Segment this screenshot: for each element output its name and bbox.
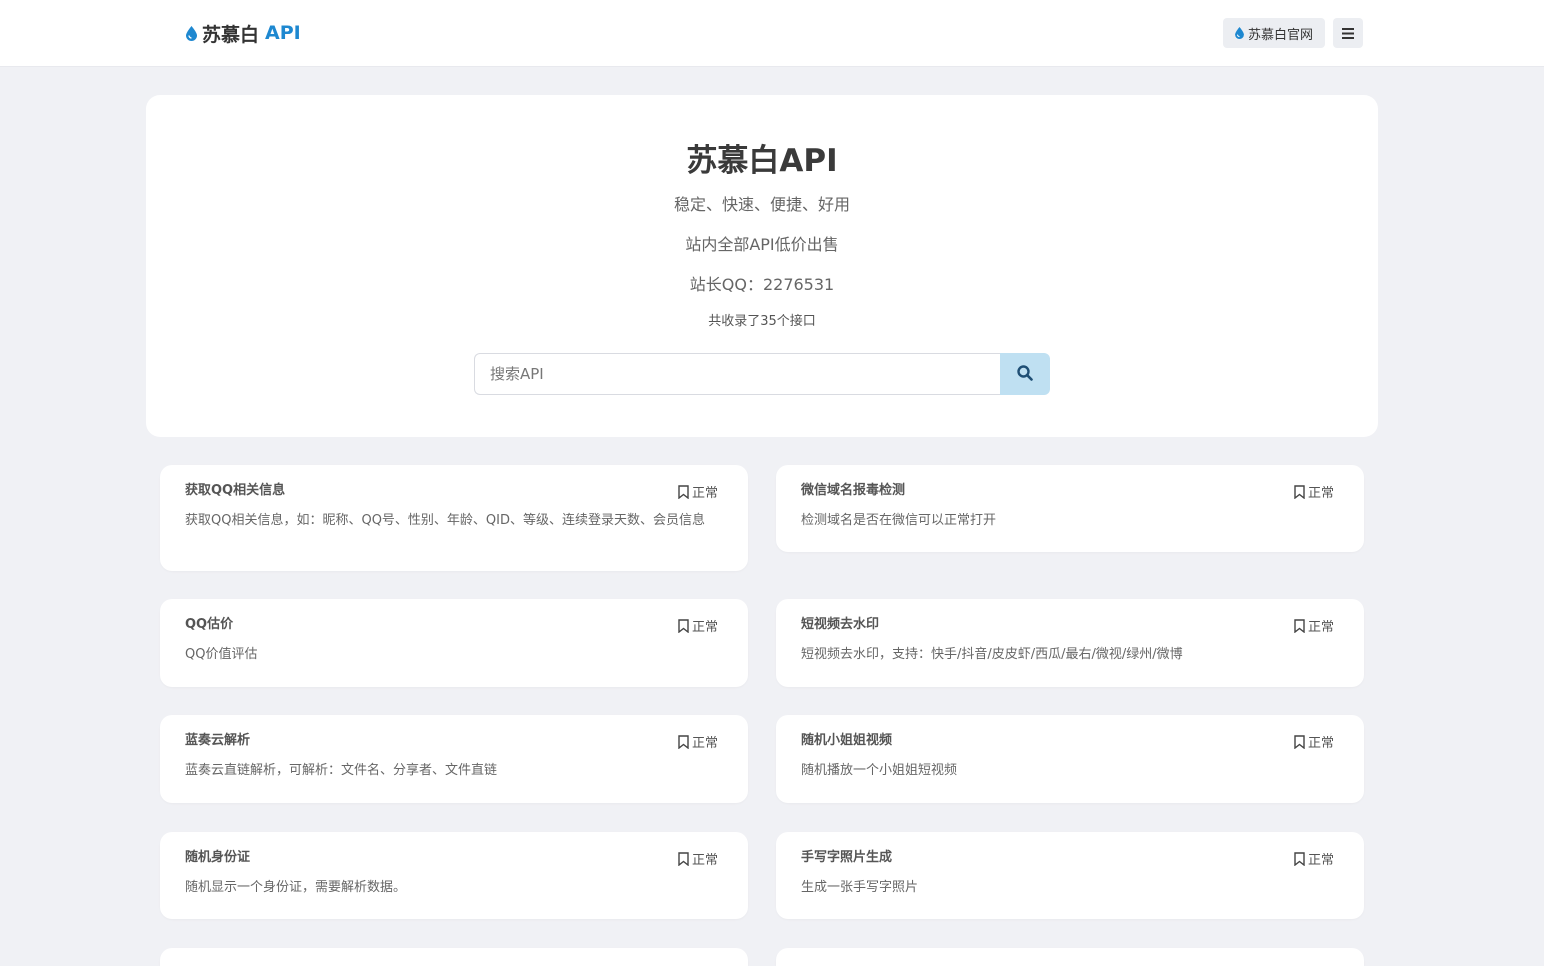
bookmark-icon <box>678 734 689 749</box>
api-card-title: 微信域名报毒检测 <box>801 483 906 498</box>
api-card-title: 随机小姐姐视频 <box>801 733 893 748</box>
hero-card: 苏慕白API 稳定、快速、便捷、好用 站内全部API低价出售 站长QQ：2276… <box>146 95 1378 437</box>
status-text: 正常 <box>691 736 718 751</box>
search-bar <box>474 353 1050 395</box>
bookmark-icon <box>1294 618 1305 633</box>
brand-accent: API <box>265 22 301 44</box>
api-card-title: 获取QQ相关信息 <box>185 483 286 498</box>
status-badge: 正常 <box>678 849 718 868</box>
api-card[interactable]: 短视频去水印 正常 短视频去水印，支持：快手/抖音/皮皮虾/西瓜/最右/微视/绿… <box>776 599 1364 687</box>
official-site-button[interactable]: 苏慕白官网 <box>1223 18 1325 48</box>
bookmark-icon <box>678 618 689 633</box>
status-text: 正常 <box>1307 853 1334 868</box>
status-text: 正常 <box>691 620 718 635</box>
contact-text: 站长QQ：2276531 <box>689 275 835 294</box>
status-text: 正常 <box>1307 486 1334 501</box>
status-badge: 正常 <box>1294 732 1334 751</box>
tagline: 稳定、快速、便捷、好用 <box>673 195 850 214</box>
api-card-title: 蓝奏云解析 <box>185 733 251 748</box>
api-card[interactable]: 微信域名报毒检测 正常 检测域名是否在微信可以正常打开 <box>776 465 1364 552</box>
api-card-desc: 检测域名是否在微信可以正常打开 <box>801 513 997 528</box>
bookmark-icon <box>678 484 689 499</box>
search-input[interactable] <box>474 353 1000 395</box>
official-site-label: 苏慕白官网 <box>1247 27 1313 43</box>
api-card[interactable]: 手写字照片生成 正常 生成一张手写字照片 <box>776 832 1364 919</box>
status-badge: 正常 <box>1294 616 1334 635</box>
status-badge: 正常 <box>1294 849 1334 868</box>
api-card[interactable]: 获取QQ相关信息 正常 获取QQ相关信息，如：昵称、QQ号、性别、年龄、QID、… <box>160 465 748 571</box>
bookmark-icon <box>1294 734 1305 749</box>
api-count: 共收录了35个接口 <box>708 314 816 329</box>
status-text: 正常 <box>1307 736 1334 751</box>
api-card-title: QQ估价 <box>185 617 234 632</box>
status-badge: 正常 <box>1294 482 1334 501</box>
promo-text: 站内全部API低价出售 <box>685 235 839 254</box>
api-card[interactable]: 随机小姐姐视频 正常 随机播放一个小姐姐短视频 <box>776 715 1364 803</box>
status-text: 正常 <box>691 486 718 501</box>
api-card-desc: 短视频去水印，支持：快手/抖音/皮皮虾/西瓜/最右/微视/绿州/微博 <box>801 647 1183 662</box>
api-card[interactable] <box>776 948 1364 966</box>
api-card[interactable]: QQ估价 正常 QQ价值评估 <box>160 599 748 687</box>
api-card-desc: 随机播放一个小姐姐短视频 <box>801 763 958 778</box>
api-card[interactable]: 蓝奏云解析 正常 蓝奏云直链解析，可解析：文件名、分享者、文件直链 <box>160 715 748 803</box>
api-card-title: 手写字照片生成 <box>801 850 893 865</box>
bookmark-icon <box>1294 484 1305 499</box>
api-card-desc: 蓝奏云直链解析，可解析：文件名、分享者、文件直链 <box>185 763 498 778</box>
site-logo[interactable]: 苏慕白 API <box>186 20 301 46</box>
status-badge: 正常 <box>678 732 718 751</box>
water-drop-icon <box>186 25 197 41</box>
api-card-desc: QQ价值评估 <box>185 647 258 662</box>
api-card-title: 随机身份证 <box>185 850 251 865</box>
api-card[interactable] <box>160 948 748 966</box>
top-navbar: 苏慕白 API 苏慕白官网 <box>0 0 1544 67</box>
menu-toggle-button[interactable] <box>1333 18 1363 48</box>
status-badge: 正常 <box>678 482 718 501</box>
api-card-desc: 随机显示一个身份证，需要解析数据。 <box>185 880 407 895</box>
api-card-title: 短视频去水印 <box>801 617 880 632</box>
water-drop-icon <box>1235 27 1244 39</box>
status-text: 正常 <box>1307 620 1334 635</box>
api-card-desc: 生成一张手写字照片 <box>801 880 919 895</box>
page-title: 苏慕白API <box>686 143 838 179</box>
search-icon <box>1017 364 1033 384</box>
brand-name: 苏慕白 <box>202 23 260 46</box>
api-card[interactable]: 随机身份证 正常 随机显示一个身份证，需要解析数据。 <box>160 832 748 919</box>
search-button[interactable] <box>1000 353 1050 395</box>
status-text: 正常 <box>691 853 718 868</box>
hamburger-icon <box>1342 24 1354 43</box>
status-badge: 正常 <box>678 616 718 635</box>
bookmark-icon <box>678 851 689 866</box>
api-card-desc: 获取QQ相关信息，如：昵称、QQ号、性别、年龄、QID、等级、连续登录天数、会员… <box>185 513 706 528</box>
bookmark-icon <box>1294 851 1305 866</box>
